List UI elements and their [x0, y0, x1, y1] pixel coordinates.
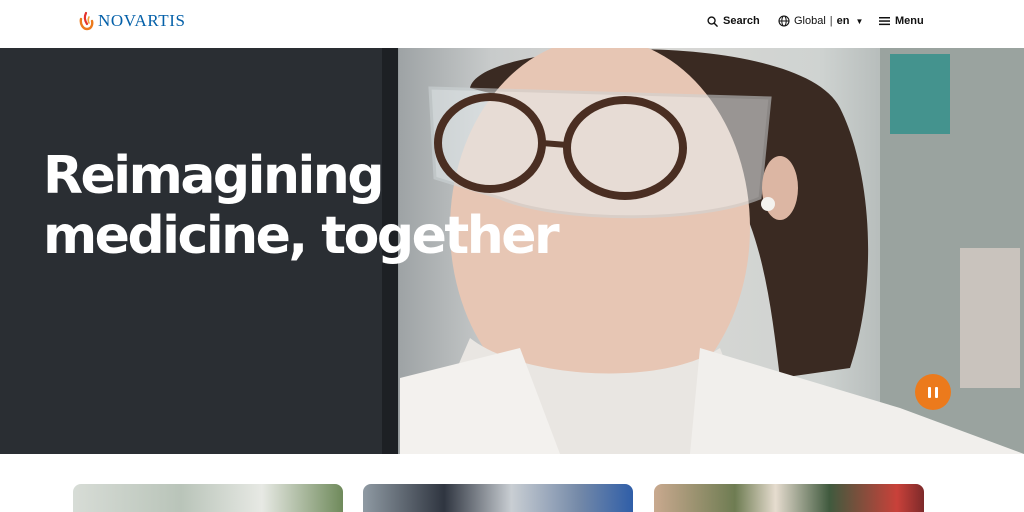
globe-icon [778, 15, 790, 27]
hero-banner: Reimagining medicine, together [0, 48, 1024, 454]
separator: | [829, 15, 833, 27]
feature-card-2[interactable] [363, 484, 633, 512]
logo-wordmark: NOVARTIS [98, 11, 186, 30]
language-selector[interactable]: Global | en ▼ [778, 13, 863, 29]
hero-title-line1: Reimagining [43, 146, 385, 206]
menu-button[interactable]: Menu [879, 13, 924, 29]
feature-card-1[interactable] [73, 484, 343, 512]
hero-title: Reimagining medicine, together [43, 146, 563, 266]
search-label: Search [723, 15, 760, 27]
search-icon [707, 15, 718, 27]
feature-card-3[interactable] [654, 484, 924, 512]
menu-label: Menu [895, 15, 924, 27]
pause-button[interactable] [915, 374, 951, 410]
hero-title-line2: medicine, together [43, 206, 560, 266]
region-label: Global [794, 15, 826, 27]
pause-icon [928, 386, 931, 398]
pause-icon-bar [935, 386, 938, 398]
novartis-logo[interactable]: NOVARTIS [78, 10, 186, 32]
hamburger-icon [879, 17, 890, 26]
site-header: NOVARTIS Search Global | en ▼ Menu [0, 0, 1024, 48]
caret-down-icon: ▼ [855, 16, 864, 26]
language-code: en [836, 15, 850, 27]
flame-logo-icon [79, 11, 94, 31]
search-button[interactable]: Search [707, 13, 760, 29]
